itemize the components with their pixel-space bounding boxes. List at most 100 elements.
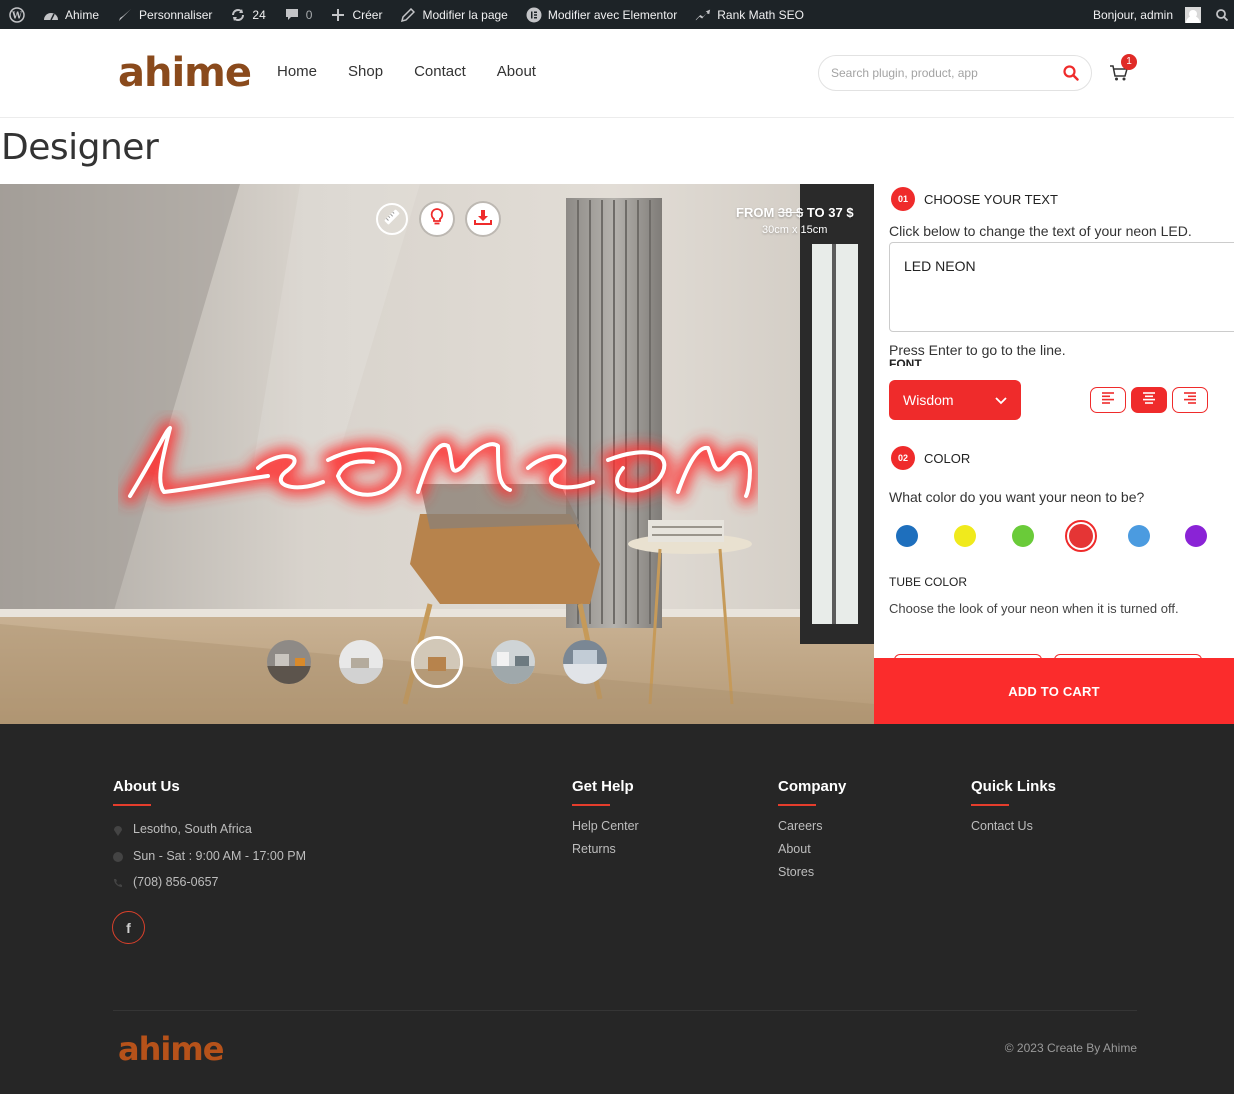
pencil-icon xyxy=(400,7,416,23)
add-to-cart-button[interactable]: ADD TO CART xyxy=(874,658,1234,724)
background-thumb-5[interactable] xyxy=(563,640,607,684)
font-select[interactable]: Wisdom xyxy=(889,380,1021,420)
color-swatch-5[interactable] xyxy=(1128,525,1150,547)
color-swatch-2[interactable] xyxy=(954,525,976,547)
admin-edit-page-link[interactable]: Modifier la page xyxy=(391,0,516,29)
admin-comments-link[interactable]: 0 xyxy=(275,0,322,29)
admin-bar: W Ahime Personnaliser 24 0 Créer Modifie… xyxy=(0,0,1234,29)
site-logo[interactable]: ahime xyxy=(118,49,252,97)
nav-contact[interactable]: Contact xyxy=(414,63,466,80)
footer-location-text: Lesotho, South Africa xyxy=(133,822,252,836)
color-swatch-1[interactable] xyxy=(896,525,918,547)
facebook-icon[interactable]: f xyxy=(112,911,145,944)
price-prefix: FROM xyxy=(736,205,775,220)
admin-account-menu[interactable]: Bonjour, admin xyxy=(1084,0,1210,29)
admin-new-link[interactable]: Créer xyxy=(321,0,391,29)
background-thumb-1[interactable] xyxy=(267,640,311,684)
footer-help-title: Get Help xyxy=(572,778,634,806)
footer-logo[interactable]: ahime xyxy=(118,1030,224,1068)
tube-color-label: TUBE COLOR xyxy=(889,575,968,589)
align-center-icon xyxy=(1142,391,1156,409)
logo-text: ahime xyxy=(118,50,252,96)
plus-icon xyxy=(330,7,346,23)
light-toggle-button[interactable] xyxy=(421,203,453,235)
admin-rankmath-link[interactable]: Rank Math SEO xyxy=(686,0,813,29)
download-button[interactable] xyxy=(467,203,499,235)
background-thumb-3[interactable] xyxy=(411,636,463,688)
footer-divider xyxy=(113,1010,1137,1011)
search-box xyxy=(818,55,1092,91)
footer-link-stores[interactable]: Stores xyxy=(778,865,814,879)
wordpress-icon: W xyxy=(9,6,25,23)
font-select-value: Wisdom xyxy=(903,392,954,408)
new-label: Créer xyxy=(352,7,383,22)
elementor-icon xyxy=(526,7,542,23)
color-swatch-6[interactable] xyxy=(1185,525,1207,547)
tube-color-description: Choose the look of your neon when it is … xyxy=(889,601,1179,616)
size-tool-button[interactable] xyxy=(376,203,408,235)
search-input[interactable] xyxy=(831,66,1051,80)
nav-home[interactable]: Home xyxy=(277,63,317,80)
enter-hint: Press Enter to go to the line. xyxy=(889,342,1066,358)
footer-hours: Sun - Sat : 9:00 AM - 17:00 PM xyxy=(113,849,306,863)
step-color: 02 COLOR xyxy=(891,446,970,470)
footer-phone-text: (708) 856-0657 xyxy=(133,875,219,889)
search-icon xyxy=(1214,7,1230,23)
wordpress-logo[interactable]: W xyxy=(0,0,34,29)
color-swatch-3[interactable] xyxy=(1012,525,1034,547)
align-center-button[interactable] xyxy=(1131,387,1167,413)
edit-page-label: Modifier la page xyxy=(422,7,508,22)
nav-about[interactable]: About xyxy=(497,63,536,80)
color-question: What color do you want your neon to be? xyxy=(889,489,1145,505)
step-title: COLOR xyxy=(924,450,971,466)
footer-location: Lesotho, South Africa xyxy=(113,822,252,836)
footer-link-contact-us[interactable]: Contact Us xyxy=(971,819,1033,833)
size-label: 30cm x 15cm xyxy=(762,224,828,236)
elementor-label: Modifier avec Elementor xyxy=(547,7,678,22)
background-thumb-4[interactable] xyxy=(491,640,535,684)
step-choose-text: 01 CHOOSE YOUR TEXT xyxy=(891,187,1058,211)
admin-customize-link[interactable]: Personnaliser xyxy=(108,0,221,29)
cart-count-badge: 1 xyxy=(1121,54,1137,70)
price-old: 38 $ xyxy=(777,205,804,220)
footer-link-about[interactable]: About xyxy=(778,842,811,856)
comment-icon xyxy=(284,7,300,23)
background-thumb-2[interactable] xyxy=(339,640,383,684)
neon-preview: FROM 38 $ TO 37 $ 30cm x 15cm xyxy=(0,184,874,724)
svg-text:W: W xyxy=(11,11,23,21)
admin-updates-link[interactable]: 24 xyxy=(221,0,274,29)
bulb-icon xyxy=(429,207,445,231)
color-swatch-4[interactable] xyxy=(1065,520,1097,552)
options-panel: 01 CHOOSE YOUR TEXT Click below to chang… xyxy=(874,184,1234,658)
dashboard-icon xyxy=(43,7,59,23)
site-name: Ahime xyxy=(65,7,100,22)
admin-site-link[interactable]: Ahime xyxy=(34,0,108,29)
footer-link-careers[interactable]: Careers xyxy=(778,819,822,833)
align-left-button[interactable] xyxy=(1090,387,1126,413)
clock-icon xyxy=(113,851,123,862)
price-new: 37 $ xyxy=(828,205,854,220)
chevron-down-icon xyxy=(995,392,1007,408)
site-header: ahime Home Shop Contact About 1 xyxy=(0,29,1234,118)
admin-elementor-link[interactable]: Modifier avec Elementor xyxy=(517,0,686,29)
background-thumbnails xyxy=(267,636,607,688)
footer-about-title: About Us xyxy=(113,778,180,806)
copyright-text: © 2023 Create By Ahime xyxy=(1004,1041,1137,1055)
footer-link-returns[interactable]: Returns xyxy=(572,842,616,856)
page-title: Designer xyxy=(1,127,159,168)
nav-shop[interactable]: Shop xyxy=(348,63,383,80)
phone-icon xyxy=(113,877,123,887)
footer-link-help-center[interactable]: Help Center xyxy=(572,819,639,833)
location-icon xyxy=(113,824,123,836)
search-icon[interactable] xyxy=(1063,65,1079,86)
ruler-icon xyxy=(383,208,401,231)
admin-search-button[interactable] xyxy=(1210,0,1234,29)
price-mid: TO xyxy=(806,205,825,220)
step-number: 02 xyxy=(891,446,915,470)
footer-company-title: Company xyxy=(778,778,846,806)
step-number: 01 xyxy=(891,187,915,211)
avatar xyxy=(1185,6,1201,23)
price-range: FROM 38 $ TO 37 $ xyxy=(736,205,854,220)
neon-text-input[interactable] xyxy=(889,242,1234,332)
align-right-button[interactable] xyxy=(1172,387,1208,413)
